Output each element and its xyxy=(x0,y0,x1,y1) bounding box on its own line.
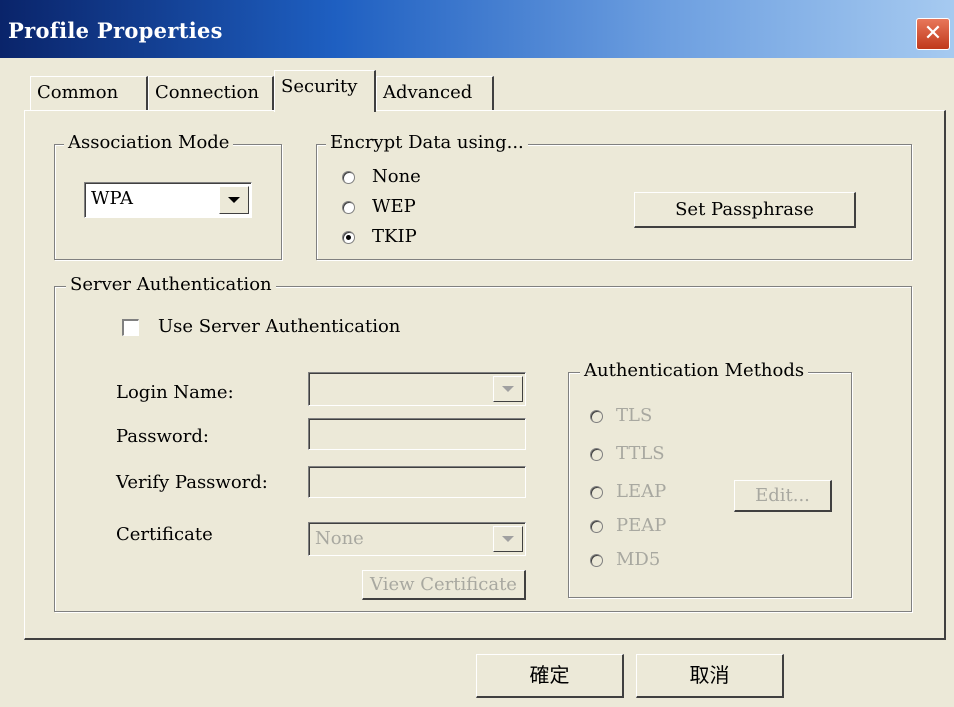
radio-ttls[interactable] xyxy=(590,448,603,461)
chevron-down-icon xyxy=(502,536,514,542)
certificate-combo[interactable]: None xyxy=(308,522,526,556)
radio-tls-label: TLS xyxy=(616,405,653,426)
login-name-dropdown-button[interactable] xyxy=(493,376,523,402)
password-field[interactable] xyxy=(308,418,526,450)
chevron-down-icon xyxy=(502,386,514,392)
radio-ttls-label: TTLS xyxy=(616,443,665,464)
radio-wep[interactable] xyxy=(342,201,355,214)
verify-password-field[interactable] xyxy=(308,466,526,498)
radio-leap-label: LEAP xyxy=(616,481,667,502)
use-server-auth-checkbox[interactable] xyxy=(122,319,139,336)
radio-tls[interactable] xyxy=(590,410,603,423)
radio-md5[interactable] xyxy=(590,554,603,567)
chevron-down-icon xyxy=(228,197,240,203)
association-mode-dropdown-button[interactable] xyxy=(219,186,249,214)
use-server-auth-label: Use Server Authentication xyxy=(158,316,401,337)
encrypt-data-legend: Encrypt Data using... xyxy=(326,133,528,153)
edit-button[interactable]: Edit... xyxy=(734,480,832,512)
window-title: Profile Properties xyxy=(8,18,223,43)
login-name-label: Login Name: xyxy=(116,382,234,403)
tab-connection[interactable]: Connection xyxy=(148,76,274,110)
association-mode-combo[interactable]: WPA xyxy=(84,182,252,218)
certificate-label: Certificate xyxy=(116,524,213,545)
ok-button[interactable]: 確定 xyxy=(476,654,624,698)
radio-wep-label: WEP xyxy=(372,196,416,217)
tab-common[interactable]: Common xyxy=(30,76,148,110)
association-mode-value: WPA xyxy=(91,188,133,209)
server-authentication-legend: Server Authentication xyxy=(66,275,276,295)
authentication-methods-legend: Authentication Methods xyxy=(580,361,809,381)
cancel-button[interactable]: 取消 xyxy=(636,654,784,698)
radio-leap[interactable] xyxy=(590,486,603,499)
set-passphrase-button[interactable]: Set Passphrase xyxy=(634,192,856,228)
radio-none-label: None xyxy=(372,166,421,187)
close-button[interactable]: ✕ xyxy=(916,18,950,50)
verify-password-label: Verify Password: xyxy=(116,472,268,493)
radio-selected-dot xyxy=(346,235,351,240)
password-label: Password: xyxy=(116,426,209,447)
certificate-value: None xyxy=(315,528,364,549)
tab-security[interactable]: Security xyxy=(274,70,376,112)
view-certificate-button[interactable]: View Certificate xyxy=(362,570,526,600)
radio-none[interactable] xyxy=(342,171,355,184)
tab-advanced[interactable]: Advanced xyxy=(376,76,494,110)
radio-tkip-label: TKIP xyxy=(372,226,417,247)
radio-md5-label: MD5 xyxy=(616,549,661,570)
radio-peap-label: PEAP xyxy=(616,515,667,536)
certificate-dropdown-button[interactable] xyxy=(493,526,523,552)
radio-peap[interactable] xyxy=(590,520,603,533)
association-mode-legend: Association Mode xyxy=(64,133,234,153)
login-name-combo[interactable] xyxy=(308,372,526,406)
close-icon: ✕ xyxy=(923,21,943,46)
radio-tkip[interactable] xyxy=(342,231,355,244)
